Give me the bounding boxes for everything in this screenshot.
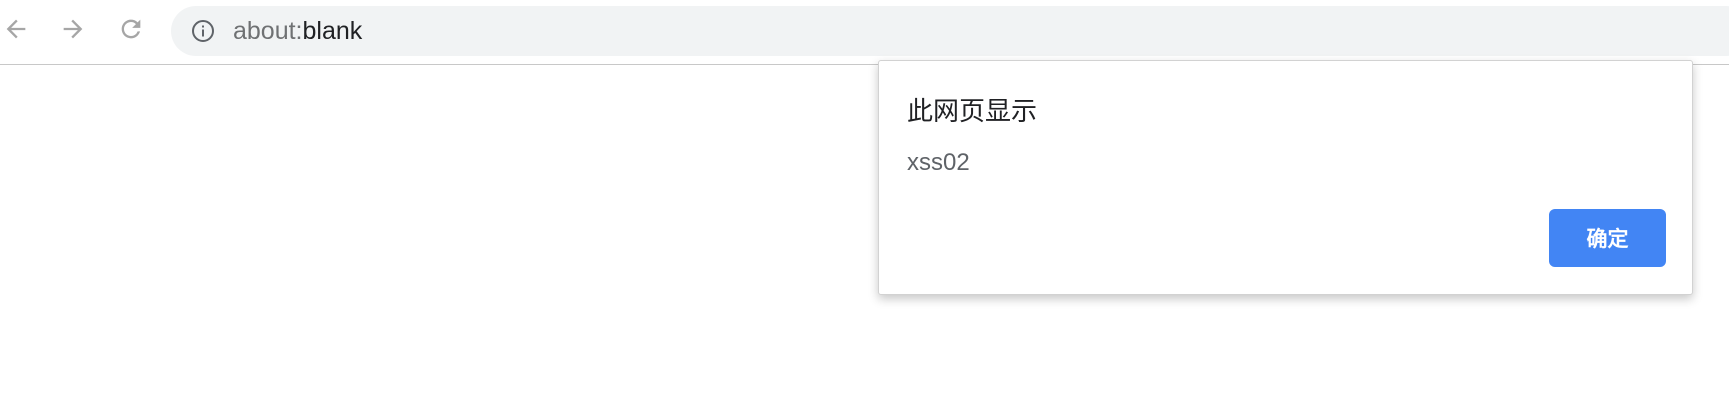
browser-toolbar: about:blank — [0, 0, 1729, 65]
info-icon[interactable] — [191, 19, 215, 43]
arrow-left-icon — [6, 19, 26, 39]
ok-button[interactable]: 确定 — [1549, 209, 1666, 267]
url-scheme: about: — [233, 17, 303, 45]
address-bar[interactable]: about:blank — [171, 6, 1729, 56]
forward-button[interactable] — [57, 13, 89, 45]
arrow-right-icon — [63, 19, 83, 39]
dialog-title: 此网页显示 — [907, 97, 1038, 127]
back-button[interactable] — [0, 13, 32, 45]
reload-button[interactable] — [115, 13, 147, 45]
alert-dialog: 此网页显示 xss02 确定 — [878, 60, 1693, 295]
url-text[interactable]: about:blank — [233, 6, 362, 56]
reload-icon — [121, 19, 141, 39]
dialog-message: xss02 — [907, 149, 970, 176]
url-host: blank — [302, 17, 363, 45]
